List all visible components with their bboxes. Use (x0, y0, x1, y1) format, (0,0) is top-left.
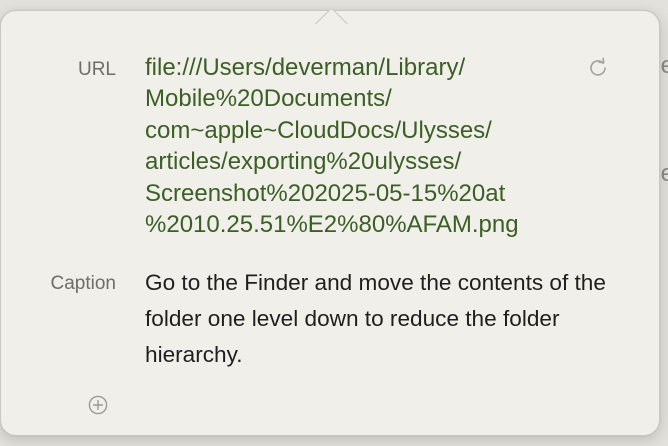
caption-label: Caption (50, 273, 117, 294)
url-line: %2010.25.51%E2%80%AFAM.png (145, 211, 519, 239)
background-text-fragment: e (660, 160, 668, 187)
url-line: file:///Users/deverman/Library/ (145, 54, 466, 81)
reload-icon[interactable] (586, 56, 610, 80)
background-text-fragment: e (660, 52, 668, 79)
popover-arrow (309, 10, 355, 24)
url-field[interactable]: file:///Users/deverman/Library/ Mobile%2… (145, 52, 575, 240)
url-label: URL (77, 59, 116, 80)
url-line: com~apple~CloudDocs/Ulysses/ (145, 116, 492, 144)
url-line: Mobile%20Documents/ (145, 85, 392, 113)
add-circle-icon[interactable] (87, 394, 109, 416)
url-line: articles/exporting%20ulysses/ (145, 148, 462, 176)
url-line: Screenshot%202025-05-15%20at (145, 179, 506, 207)
caption-field[interactable]: Go to the Finder and move the contents o… (145, 265, 635, 373)
image-info-popover: URL file:///Users/deverman/Library/ Mobi… (0, 10, 660, 436)
